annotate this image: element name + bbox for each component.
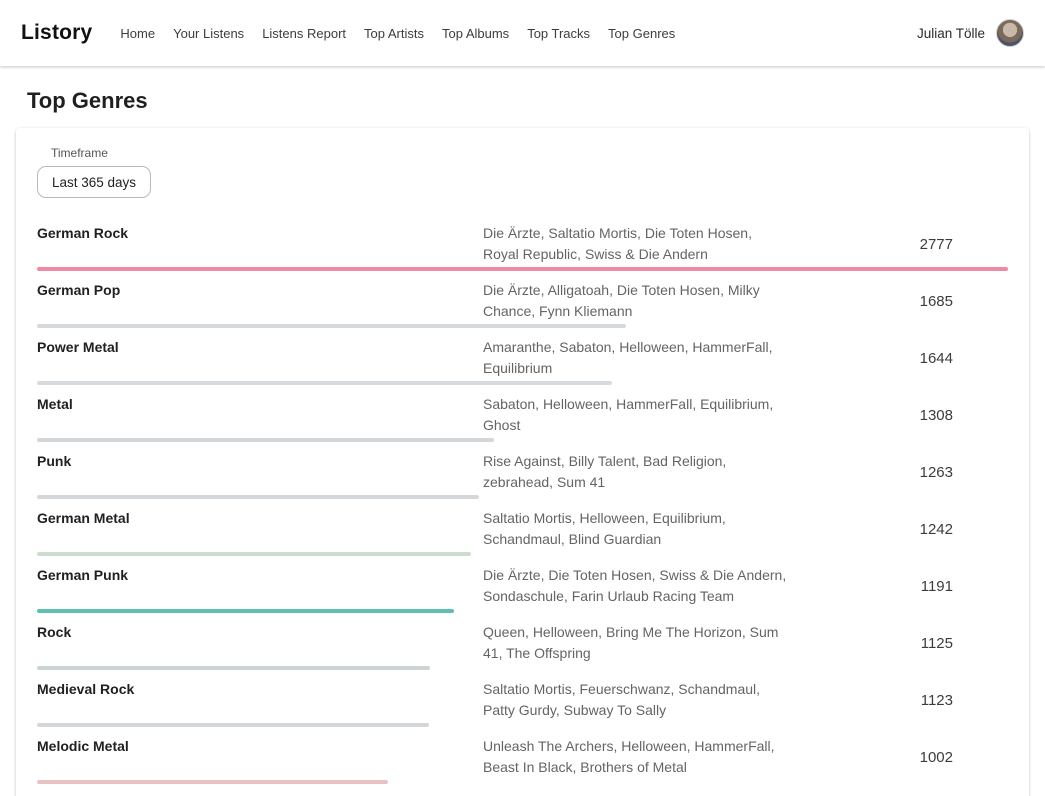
genre-name: German Pop: [37, 280, 483, 298]
genre-artists: Sabaton, Helloween, HammerFall, Equilibr…: [483, 394, 788, 436]
app-bar: Listory Home Your Listens Listens Report To…: [0, 0, 1045, 66]
genre-count: 1002: [788, 749, 1008, 766]
main-nav: Home Your Listens Listens Report Top Artist…: [120, 26, 675, 41]
genre-row[interactable]: German Punk Die Ärzte, Die Toten Hosen, …: [37, 556, 1008, 613]
genre-row[interactable]: German Pop Die Ärzte, Alligatoah, Die To…: [37, 271, 1008, 328]
nav-item-your-listens[interactable]: Your Listens: [173, 26, 244, 41]
genre-artists: Unleash The Archers, Helloween, HammerFa…: [483, 736, 788, 778]
app-logo[interactable]: Listory: [21, 21, 92, 45]
genre-name: German Rock: [37, 223, 483, 241]
page-title: Top Genres: [27, 88, 1045, 114]
genre-count: 2777: [788, 236, 1008, 253]
nav-item-top-albums[interactable]: Top Albums: [442, 26, 509, 41]
genre-name: Punk: [37, 451, 483, 469]
nav-item-home[interactable]: Home: [120, 26, 155, 41]
genre-artists: Die Ärzte, Alligatoah, Die Toten Hosen, …: [483, 280, 788, 322]
nav-item-top-artists[interactable]: Top Artists: [364, 26, 424, 41]
genre-name: German Punk: [37, 565, 483, 583]
genre-name: Rock: [37, 622, 483, 640]
genre-row[interactable]: German Rock Die Ärzte, Saltatio Mortis, …: [37, 214, 1008, 271]
genre-name: Medieval Rock: [37, 679, 483, 697]
genre-count: 1191: [788, 578, 1008, 595]
genre-artists: Saltatio Mortis, Helloween, Equilibrium,…: [483, 508, 788, 550]
genre-row[interactable]: German Metal Saltatio Mortis, Helloween,…: [37, 499, 1008, 556]
genre-row[interactable]: Medieval Rock Saltatio Mortis, Feuerschw…: [37, 670, 1008, 727]
genre-list: German Rock Die Ärzte, Saltatio Mortis, …: [37, 214, 1008, 796]
genre-name: German Metal: [37, 508, 483, 526]
appbar-right: Julian Tölle: [917, 19, 1024, 47]
timeframe-select[interactable]: Last 365 days: [37, 166, 151, 198]
genre-count: 1308: [788, 407, 1008, 424]
genre-count: 1123: [788, 692, 1008, 709]
genre-row[interactable]: Power Metal Amaranthe, Sabaton, Hellowee…: [37, 328, 1008, 385]
nav-item-top-tracks[interactable]: Top Tracks: [527, 26, 590, 41]
top-genres-card: Timeframe Last 365 days German Rock Die …: [16, 128, 1029, 796]
genre-row[interactable]: Rock Queen, Helloween, Bring Me The Hori…: [37, 613, 1008, 670]
genre-count: 1242: [788, 521, 1008, 538]
genre-name: Metal: [37, 394, 483, 412]
genre-row[interactable]: Metal Sabaton, Helloween, HammerFall, Eq…: [37, 385, 1008, 442]
genre-name: Melodic Metal: [37, 736, 483, 754]
genre-artists: Queen, Helloween, Bring Me The Horizon, …: [483, 622, 788, 664]
genre-artists: Amaranthe, Sabaton, Helloween, HammerFal…: [483, 337, 788, 379]
genre-count: 1685: [788, 293, 1008, 310]
genre-count: 1125: [788, 635, 1008, 652]
genre-row[interactable]: Melodic Metal Unleash The Archers, Hello…: [37, 727, 1008, 784]
nav-item-listens-report[interactable]: Listens Report: [262, 26, 346, 41]
genre-artists: Rise Against, Billy Talent, Bad Religion…: [483, 451, 788, 493]
genre-row[interactable]: Punk Rise Against, Billy Talent, Bad Rel…: [37, 442, 1008, 499]
nav-item-top-genres[interactable]: Top Genres: [608, 26, 675, 41]
genre-count: 1263: [788, 464, 1008, 481]
genre-row[interactable]: German Indie Bukahara, Käptn Peng, KYTES…: [37, 784, 1008, 796]
genre-artists: Die Ärzte, Die Toten Hosen, Swiss & Die …: [483, 565, 788, 607]
genre-count: 1644: [788, 350, 1008, 367]
timeframe-label: Timeframe: [51, 146, 1008, 160]
genre-artists: Die Ärzte, Saltatio Mortis, Die Toten Ho…: [483, 223, 788, 265]
user-name[interactable]: Julian Tölle: [917, 26, 985, 41]
genre-name: Power Metal: [37, 337, 483, 355]
genre-artists: Saltatio Mortis, Feuerschwanz, Schandmau…: [483, 679, 788, 721]
user-avatar[interactable]: [996, 19, 1024, 47]
